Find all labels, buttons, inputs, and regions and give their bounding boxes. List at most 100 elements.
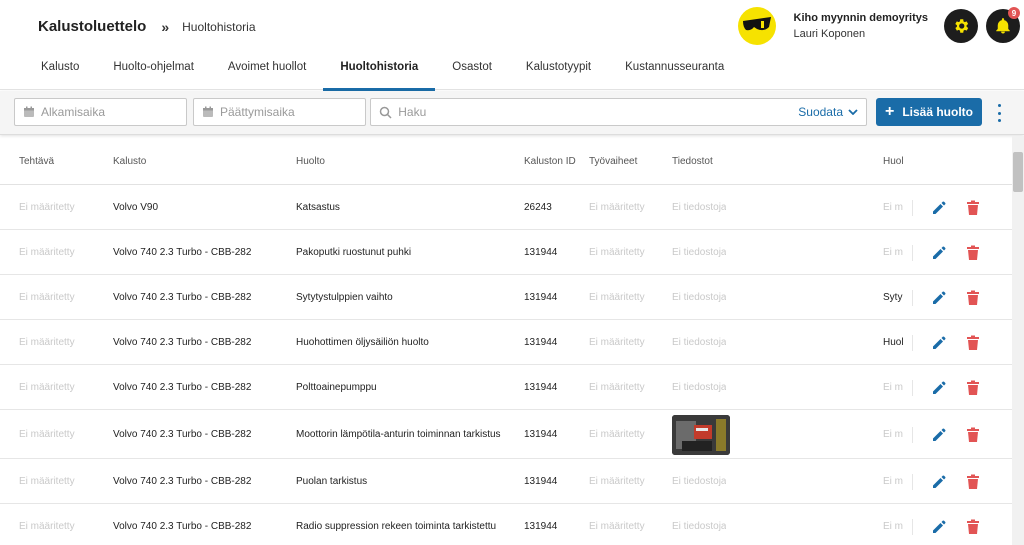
attachment-thumbnail[interactable] (672, 415, 730, 455)
delete-icon[interactable] (966, 200, 980, 216)
more-options-icon[interactable] (994, 104, 1004, 122)
delete-icon[interactable] (966, 474, 980, 490)
search-icon (379, 105, 392, 119)
cell-tiedostot: Ei tiedostoja (672, 292, 727, 303)
settings-button[interactable] (944, 9, 978, 43)
edit-icon[interactable] (931, 290, 947, 306)
table-row[interactable]: Ei määritetty Volvo 740 2.3 Turbo - CBB-2… (0, 320, 1012, 365)
table-row[interactable]: Ei määritetty Volvo 740 2.3 Turbo - CBB-2… (0, 410, 1012, 459)
user-name: Lauri Koponen (793, 28, 866, 40)
column-header-huol[interactable]: Huol (883, 156, 903, 167)
tab-osastot[interactable]: Osastot (435, 54, 509, 90)
start-date-field[interactable] (14, 98, 187, 126)
cell-huolto: Polttoainepumppu (296, 382, 377, 393)
table-row[interactable]: Ei määritetty Volvo 740 2.3 Turbo - CBB-2… (0, 230, 1012, 275)
end-date-field[interactable] (193, 98, 366, 126)
tab-huolto-ohjelmat[interactable]: Huolto-ohjelmat (96, 54, 211, 90)
cell-huolto: Sytytystulppien vaihto (296, 292, 393, 303)
table-row[interactable]: Ei määritetty Volvo V90 Katsastus 26243 Ei m… (0, 185, 1012, 230)
notifications-button[interactable]: 9 (986, 7, 1020, 43)
add-service-label: Lisää huolto (902, 105, 973, 119)
filter-toolbar: Suodata + Lisää huolto (0, 91, 1024, 135)
cell-huol: Ei m (883, 202, 903, 213)
cell-kalusto: Volvo 740 2.3 Turbo - CBB-282 (113, 292, 252, 303)
edit-icon[interactable] (931, 427, 947, 443)
calendar-icon (23, 105, 35, 119)
delete-icon[interactable] (966, 245, 980, 261)
cell-kalusto: Volvo 740 2.3 Turbo - CBB-282 (113, 429, 252, 440)
company-name: Kiho myynnin demoyritys (793, 12, 928, 24)
delete-icon[interactable] (966, 290, 980, 306)
cell-kaluston-id: 131944 (524, 292, 558, 303)
gear-icon (955, 19, 969, 33)
cell-tehtava: Ei määritetty (19, 476, 75, 487)
table-row[interactable]: Ei määritetty Volvo 740 2.3 Turbo - CBB-2… (0, 504, 1012, 545)
end-date-input[interactable] (220, 105, 365, 119)
add-service-button[interactable]: + Lisää huolto (876, 98, 982, 126)
company-logo (737, 7, 776, 45)
cell-huolto: Katsastus (296, 202, 340, 213)
delete-icon[interactable] (966, 427, 980, 443)
breadcrumb: Kalustoluettelo » Huoltohistoria (38, 18, 256, 35)
filter-button[interactable]: Suodata (798, 105, 858, 119)
vertical-scrollbar[interactable] (1012, 136, 1024, 545)
cell-kalusto: Volvo 740 2.3 Turbo - CBB-282 (113, 476, 252, 487)
cell-kalusto: Volvo V90 (113, 202, 159, 213)
edit-icon[interactable] (931, 335, 947, 351)
delete-icon[interactable] (966, 335, 980, 351)
edit-icon[interactable] (931, 380, 947, 396)
delete-icon[interactable] (966, 519, 980, 535)
search-field[interactable]: Suodata (370, 98, 867, 126)
table-row[interactable]: Ei määritetty Volvo 740 2.3 Turbo - CBB-2… (0, 459, 1012, 504)
column-header-tiedostot[interactable]: Tiedostot (672, 156, 713, 167)
start-date-input[interactable] (41, 105, 186, 119)
table-row[interactable]: Ei määritetty Volvo 740 2.3 Turbo - CBB-2… (0, 365, 1012, 410)
table-row[interactable]: Ei määritetty Volvo 740 2.3 Turbo - CBB-2… (0, 275, 1012, 320)
cell-tehtava: Ei määritetty (19, 292, 75, 303)
column-header-tyovaiheet[interactable]: Työvaiheet (589, 156, 637, 167)
table-header: Tehtävä Kalusto Huolto Kaluston ID Työva… (0, 136, 1012, 185)
column-divider (912, 245, 913, 261)
tab-kalustotyypit[interactable]: Kalustotyypit (509, 54, 608, 90)
chevron-down-icon (848, 109, 858, 115)
column-header-tehtava[interactable]: Tehtävä (19, 156, 54, 167)
cell-tiedostot: Ei tiedostoja (672, 247, 727, 258)
cell-huolto: Pakoputki ruostunut puhki (296, 247, 412, 258)
cell-tiedostot: Ei tiedostoja (672, 337, 727, 348)
cell-kalusto: Volvo 740 2.3 Turbo - CBB-282 (113, 247, 252, 258)
breadcrumb-root[interactable]: Kalustoluettelo (38, 18, 146, 35)
edit-icon[interactable] (931, 519, 947, 535)
cell-tyovaiheet: Ei määritetty (589, 202, 645, 213)
column-divider (912, 290, 913, 306)
cell-tyovaiheet: Ei määritetty (589, 292, 645, 303)
edit-icon[interactable] (931, 474, 947, 490)
column-divider (912, 427, 913, 443)
column-divider (912, 519, 913, 535)
delete-icon[interactable] (966, 380, 980, 396)
cell-huol: Ei m (883, 476, 903, 487)
cell-huolto: Moottorin lämpötila-anturin toiminnan ta… (296, 429, 501, 440)
tab-avoimet-huollot[interactable]: Avoimet huollot (211, 54, 323, 90)
tab-kalusto[interactable]: Kalusto (24, 54, 96, 90)
cell-kaluston-id: 131944 (524, 247, 558, 258)
column-header-kalusto[interactable]: Kalusto (113, 156, 146, 167)
tab-kustannusseuranta[interactable]: Kustannusseuranta (608, 54, 741, 90)
column-header-kaluston-id[interactable]: Kaluston ID (524, 156, 576, 167)
cell-tehtava: Ei määritetty (19, 247, 75, 258)
cell-tiedostot: Ei tiedostoja (672, 521, 727, 532)
edit-icon[interactable] (931, 245, 947, 261)
column-divider (912, 200, 913, 216)
cell-tiedostot: Ei tiedostoja (672, 382, 727, 393)
column-header-huolto[interactable]: Huolto (296, 156, 325, 167)
edit-icon[interactable] (931, 200, 947, 216)
search-input[interactable] (398, 105, 866, 119)
cell-tehtava: Ei määritetty (19, 382, 75, 393)
cell-huol: Ei m (883, 521, 903, 532)
scrollbar-thumb[interactable] (1013, 152, 1023, 192)
cell-huolto: Puolan tarkistus (296, 476, 368, 487)
cell-tyovaiheet: Ei määritetty (589, 382, 645, 393)
plus-icon: + (884, 103, 895, 120)
tab-huoltohistoria[interactable]: Huoltohistoria (323, 54, 436, 91)
main-tabs: Kalusto Huolto-ohjelmat Avoimet huollot Huo… (24, 54, 741, 91)
cell-kaluston-id: 131944 (524, 337, 558, 348)
